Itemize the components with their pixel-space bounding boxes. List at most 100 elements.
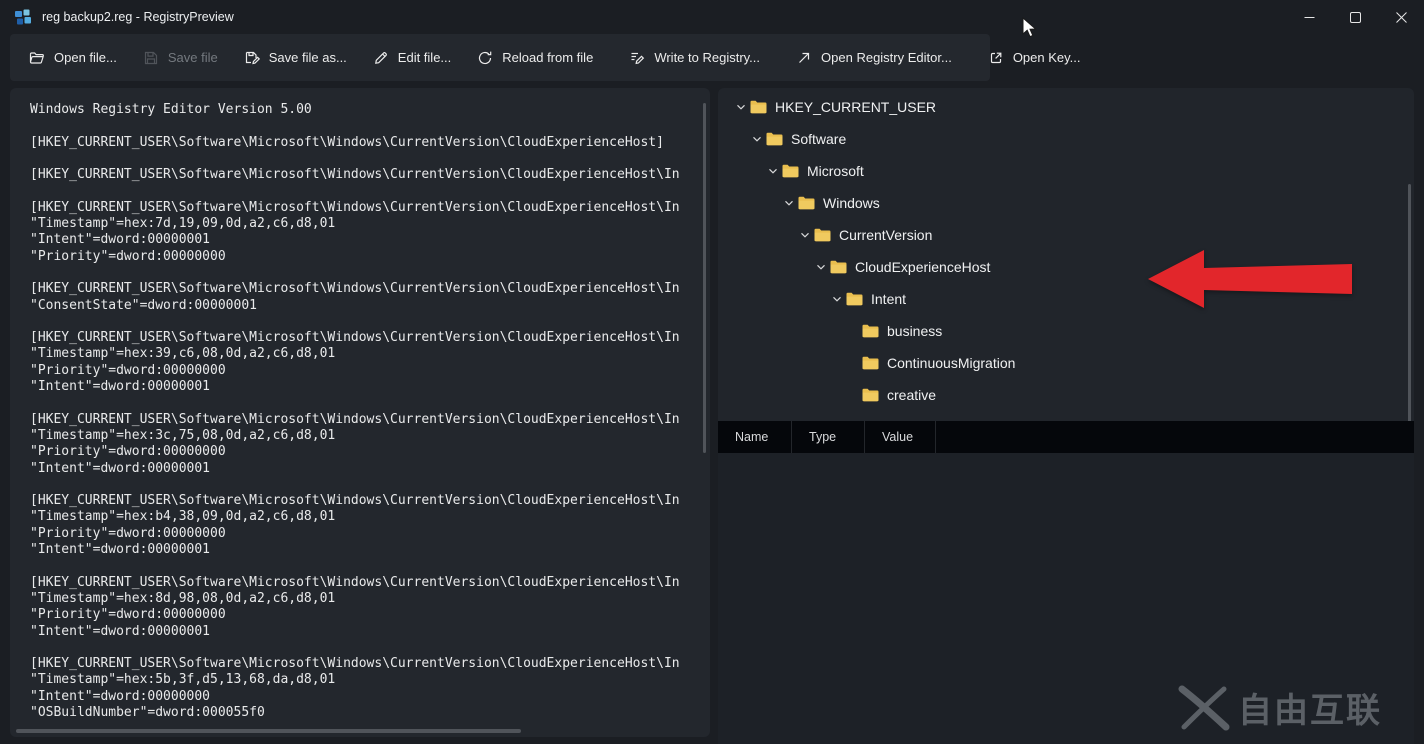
write-to-registry-button[interactable]: Write to Registry... [616,39,773,77]
tree-item-label: ContinuousMigration [887,355,1015,371]
tree-item-business[interactable]: business [718,315,1414,347]
close-button[interactable] [1378,0,1424,34]
editor-line: "ConsentState"=dword:00000001 [30,298,700,314]
registry-tree-pane: HKEY_CURRENT_USER Software Microsoft Window… [718,88,1414,744]
folder-icon [862,388,879,402]
watermark-text: 自由互联 [1238,683,1382,732]
save-file-icon [143,50,159,66]
window-title: reg backup2.reg - RegistryPreview [42,10,234,24]
reload-icon [477,50,493,66]
watermark: 自由互联 [1178,683,1382,732]
tree-item-label: business [887,323,942,339]
maximize-button[interactable] [1332,0,1378,34]
tree-item-windows[interactable]: Windows [718,187,1414,219]
tree-item-label: Microsoft [807,163,864,179]
chevron-down-icon[interactable] [796,229,814,241]
column-header-value[interactable]: Value [865,421,936,453]
reload-from-file-button[interactable]: Reload from file [464,39,606,77]
tree-item-hkey_current_user[interactable]: HKEY_CURRENT_USER [718,91,1414,123]
tree-item-label: Software [791,131,846,147]
editor-line: [HKEY_CURRENT_USER\Software\Microsoft\Wi… [30,412,700,428]
open-file-button[interactable]: Open file... [16,39,130,77]
editor-line: "Intent"=dword:00000001 [30,624,700,640]
watermark-x-logo [1178,685,1230,731]
editor-line: [HKEY_CURRENT_USER\Software\Microsoft\Wi… [30,330,700,346]
tree-item-label: CloudExperienceHost [855,259,990,275]
editor-line: "Priority"=dword:00000000 [30,607,700,623]
toolbar-button-label: Save file [168,50,218,65]
folder-icon [798,196,815,210]
editor-line: "Timestamp"=hex:3c,75,08,0d,a2,c6,d8,01 [30,428,700,444]
toolbar-button-label: Open Registry Editor... [821,50,952,65]
open-registry-editor-button[interactable]: Open Registry Editor... [783,39,965,77]
editor-line: "Timestamp"=hex:5b,3f,d5,13,68,da,d8,01 [30,672,700,688]
editor-vertical-scrollbar[interactable] [703,103,706,453]
editor-line: Windows Registry Editor Version 5.00 [30,102,700,118]
chevron-down-icon[interactable] [828,293,846,305]
editor-line [30,151,700,167]
titlebar: reg backup2.reg - RegistryPreview [0,0,1424,34]
editor-line [30,640,700,656]
editor-line: [HKEY_CURRENT_USER\Software\Microsoft\Wi… [30,135,700,151]
open-key-button[interactable]: Open Key... [975,39,1094,77]
app-icon [14,8,32,26]
minimize-button[interactable] [1286,0,1332,34]
tree-item-label: Intent [871,291,906,307]
editor-line: "Priority"=dword:00000000 [30,444,700,460]
write-registry-icon [629,50,645,66]
reg-file-content[interactable]: Windows Registry Editor Version 5.00 [HKE… [30,102,700,725]
editor-line: "Priority"=dword:00000000 [30,526,700,542]
red-arrow-annotation [1146,248,1354,310]
chevron-down-icon[interactable] [764,165,782,177]
toolbar-button-label: Open file... [54,50,117,65]
editor-line: "Timestamp"=hex:7d,19,09,0d,a2,c6,d8,01 [30,216,700,232]
tree-item-currentversion[interactable]: CurrentVersion [718,219,1414,251]
edit-file-button[interactable]: Edit file... [360,39,464,77]
column-header-name[interactable]: Name [718,421,792,453]
toolbar-strip: Open file... Save file Save file as... Edit… [10,34,990,81]
chevron-down-icon[interactable] [812,261,830,273]
folder-icon [846,292,863,306]
tree-item-software[interactable]: Software [718,123,1414,155]
mouse-cursor [1022,17,1038,39]
values-table-header: NameTypeValue [718,421,1414,453]
tree-item-continuousmigration[interactable]: ContinuousMigration [718,347,1414,379]
chevron-down-icon[interactable] [780,197,798,209]
editor-line: "Intent"=dword:00000001 [30,542,700,558]
editor-line [30,183,700,199]
toolbar-button-label: Open Key... [1013,50,1081,65]
editor-horizontal-scrollbar[interactable] [16,729,521,733]
editor-line: "Intent"=dword:00000001 [30,379,700,395]
reg-file-editor-pane[interactable]: Windows Registry Editor Version 5.00 [HKE… [10,88,710,737]
toolbar-button-label: Reload from file [502,50,593,65]
tree-item-microsoft[interactable]: Microsoft [718,155,1414,187]
minimize-icon [1304,12,1315,23]
tree-item-creative[interactable]: creative [718,379,1414,411]
editor-line: [HKEY_CURRENT_USER\Software\Microsoft\Wi… [30,493,700,509]
editor-line [30,118,700,134]
editor-line: "Timestamp"=hex:b4,38,09,0d,a2,c6,d8,01 [30,509,700,525]
editor-line: "OSBuildNumber"=dword:000055f0 [30,705,700,721]
maximize-icon [1350,12,1361,23]
save-file-button[interactable]: Save file [130,39,231,77]
editor-line: "Intent"=dword:00000001 [30,461,700,477]
editor-line [30,395,700,411]
save-file-as-button[interactable]: Save file as... [231,39,360,77]
close-icon [1396,12,1407,23]
toolbar: Open file... Save file Save file as... Edit… [0,34,1424,81]
editor-line [30,314,700,330]
tree-item-label: creative [887,387,936,403]
window-controls [1286,0,1424,34]
folder-icon [814,228,831,242]
toolbar-button-label: Edit file... [398,50,451,65]
folder-icon [782,164,799,178]
editor-line: [HKEY_CURRENT_USER\Software\Microsoft\Wi… [30,167,700,183]
chevron-down-icon[interactable] [732,101,750,113]
folder-icon [862,324,879,338]
save-file-as-icon [244,50,260,66]
column-header-type[interactable]: Type [792,421,865,453]
chevron-down-icon[interactable] [748,133,766,145]
toolbar-button-label: Write to Registry... [654,50,760,65]
tree-item-label: Windows [823,195,880,211]
tree-item-label: HKEY_CURRENT_USER [775,99,936,115]
